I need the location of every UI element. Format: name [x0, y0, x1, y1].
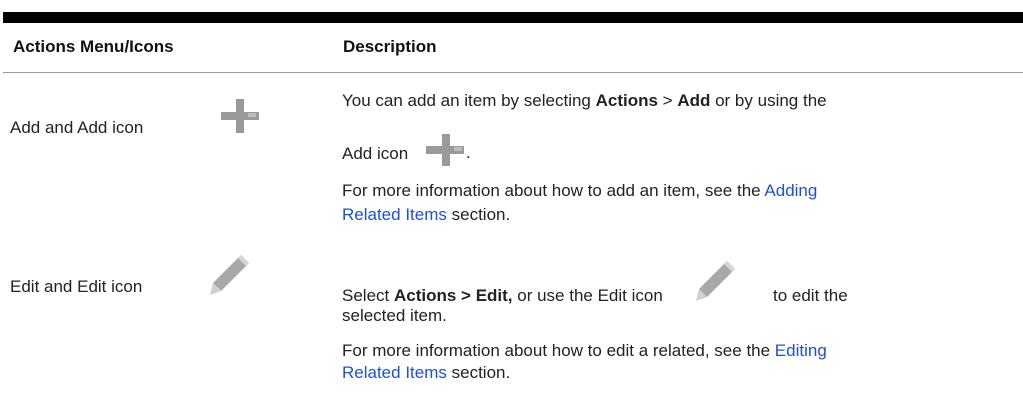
column-header-actions: Actions Menu/Icons [13, 37, 174, 56]
plus-icon [426, 134, 464, 166]
add-description-line2: Add icon [342, 144, 409, 163]
table-top-rule [3, 12, 1023, 23]
editing-related-items-link[interactable]: Related Items [342, 363, 447, 382]
editing-related-items-link[interactable]: Editing [775, 341, 827, 360]
add-description-period: . [466, 143, 471, 162]
edit-more-info: For more information about how to edit a… [342, 341, 827, 360]
header-divider [3, 72, 1023, 73]
adding-related-items-link[interactable]: Related Items [342, 205, 447, 224]
edit-description-tail: to edit the [773, 286, 848, 305]
add-more-info: For more information about how to add an… [342, 181, 818, 200]
pencil-icon [696, 261, 735, 301]
edit-description-line1: Select Actions > Edit, or use the Edit i… [342, 286, 663, 305]
plus-icon [221, 99, 259, 133]
column-header-description: Description [343, 37, 437, 56]
row-label-add: Add and Add icon [10, 118, 144, 137]
add-description-line1: You can add an item by selecting Actions… [342, 91, 827, 110]
edit-description-line2: selected item. [342, 306, 447, 325]
adding-related-items-link[interactable]: Adding [764, 181, 817, 200]
edit-more-info-line2: Related Items section. [342, 363, 511, 382]
row-label-edit: Edit and Edit icon [10, 277, 143, 296]
pencil-icon [210, 255, 249, 295]
add-more-info-line2: Related Items section. [342, 205, 511, 224]
